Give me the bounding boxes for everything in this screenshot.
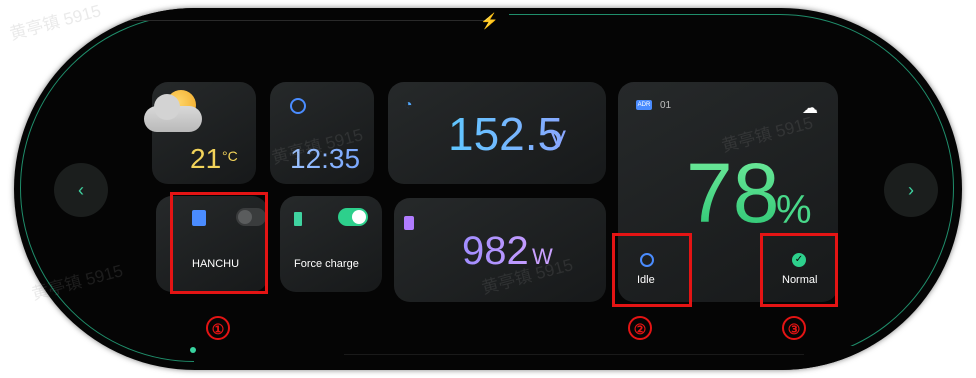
- flow-dot: [190, 347, 196, 353]
- force-charge-icon: [294, 212, 302, 226]
- clock-icon: [290, 98, 306, 114]
- prev-page-button[interactable]: ‹: [54, 163, 108, 217]
- voltage-unit: V: [550, 126, 567, 153]
- force-charge-card[interactable]: [280, 196, 382, 292]
- adr-badge-icon: ADR: [636, 100, 652, 110]
- voltage-value: 152.5: [448, 108, 564, 160]
- power-icon: [404, 216, 414, 230]
- force-charge-label: Force charge: [294, 258, 359, 270]
- force-charge-toggle[interactable]: [338, 208, 368, 226]
- annotation-number-3: ③: [782, 316, 806, 340]
- temperature-unit: °C: [222, 148, 238, 164]
- battery-address: 01: [660, 100, 672, 111]
- battery-soc-unit: %: [776, 188, 812, 232]
- highlight-box-3: [760, 233, 838, 307]
- cloud-icon: [144, 94, 202, 132]
- highlight-box-1: [170, 192, 268, 294]
- watermark: 黄亭镇 5915: [7, 1, 103, 44]
- battery-soc-value: 78: [686, 146, 780, 240]
- annotation-number-2: ②: [628, 316, 652, 340]
- annotation-number-1: ①: [206, 316, 230, 340]
- gauge-icon: ◔: [404, 96, 413, 112]
- lightning-icon: ⚡: [480, 13, 499, 30]
- temperature-value: 21: [190, 143, 222, 174]
- highlight-box-2: [612, 233, 692, 307]
- next-page-button[interactable]: ›: [884, 163, 938, 217]
